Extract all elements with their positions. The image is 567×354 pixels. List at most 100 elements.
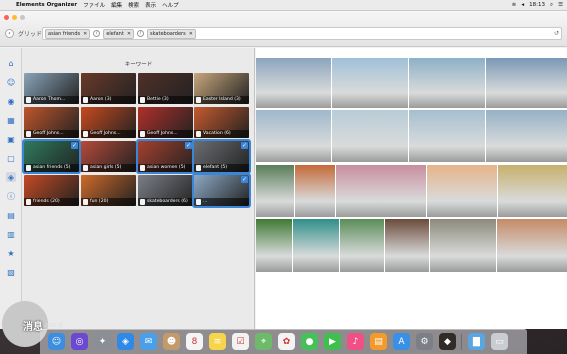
finder-icon[interactable]: ☺ <box>48 333 65 350</box>
remove-filter-icon[interactable]: ✕ <box>189 31 193 37</box>
keyword-tile[interactable]: asian girls (5) <box>81 141 136 172</box>
photo-thumbnail[interactable] <box>295 165 335 217</box>
reset-filter-icon[interactable]: ↺ <box>554 30 559 37</box>
keyword-tile[interactable]: Aaron (3) <box>81 73 136 104</box>
elements-icon[interactable]: ◆ <box>439 333 456 350</box>
photo-thumbnail[interactable] <box>332 58 408 108</box>
info-icon[interactable]: ⓘ <box>6 191 16 201</box>
keyword-tile[interactable]: Geoff Johns... <box>138 107 193 138</box>
menu-help[interactable]: ヘルプ <box>162 1 179 9</box>
photo-thumbnail[interactable] <box>486 58 567 108</box>
image-icon[interactable]: ▧ <box>6 267 16 277</box>
calendar-icon[interactable]: 8 <box>186 333 203 350</box>
home-icon[interactable]: ⌂ <box>6 58 16 68</box>
photo-thumbnail[interactable] <box>336 165 426 217</box>
keyword-tile[interactable]: Geoff Johns... <box>24 107 79 138</box>
people-icon[interactable]: ☺ <box>6 77 16 87</box>
albums-icon[interactable]: ▣ <box>6 134 16 144</box>
keyword-tile[interactable]: skateboarders (6) <box>138 175 193 206</box>
close-window-button[interactable] <box>4 15 9 20</box>
tags-icon[interactable]: ▥ <box>6 229 16 239</box>
maps-icon[interactable]: ⌖ <box>255 333 272 350</box>
launchpad-icon[interactable]: ✦ <box>94 333 111 350</box>
facetime-icon[interactable]: ▶ <box>324 333 341 350</box>
menu-view[interactable]: 表示 <box>145 1 156 9</box>
keyword-tile[interactable]: Bettie (3) <box>138 73 193 104</box>
keyword-tile[interactable]: Vacation (6) <box>194 107 249 138</box>
photo-thumbnail[interactable] <box>486 110 567 162</box>
keyword-tile[interactable]: asian friends (5) ✓ <box>22 139 81 174</box>
menu-app-name[interactable]: Elements Organizer <box>16 2 77 8</box>
notification-center-icon[interactable]: ☰ <box>558 2 563 8</box>
contacts-icon[interactable]: ☻ <box>163 333 180 350</box>
photo-thumbnail[interactable] <box>409 58 485 108</box>
star-icon[interactable]: ★ <box>6 248 16 258</box>
wifi-icon[interactable]: ≋ <box>512 2 517 8</box>
keyword-tile[interactable]: fun (20) <box>81 175 136 206</box>
keyword-checkbox[interactable]: ✓ <box>241 142 248 149</box>
keyword-tile[interactable]: friends (20) <box>24 175 79 206</box>
filter-chip-asian-friends[interactable]: asian friends ✕ <box>45 28 91 39</box>
itunes-icon[interactable]: ♪ <box>347 333 364 350</box>
keyword-tile[interactable]: elefant (5) ✓ <box>192 139 251 174</box>
places-icon[interactable]: ◉ <box>6 96 16 106</box>
remove-filter-icon[interactable]: ✕ <box>127 31 131 37</box>
filter-chip-label: elefant <box>106 30 124 37</box>
zoom-window-button[interactable] <box>20 15 25 20</box>
trash-icon[interactable]: ▭ <box>491 333 508 350</box>
photo-thumbnail[interactable] <box>409 110 485 162</box>
keyword-checkbox[interactable]: ✓ <box>71 142 78 149</box>
keyword-tile[interactable]: Easter Island (3) <box>194 73 249 104</box>
safari-icon[interactable]: ◈ <box>117 333 134 350</box>
photo-thumbnail[interactable] <box>430 219 496 272</box>
spotlight-icon[interactable]: ⌕ <box>550 2 553 9</box>
mail-icon[interactable]: ✉ <box>140 333 157 350</box>
downloads-folder-icon[interactable]: ▇ <box>468 333 485 350</box>
siri-icon[interactable]: ◎ <box>71 333 88 350</box>
system-preferences-icon[interactable]: ⚙ <box>416 333 433 350</box>
photo-thumbnail[interactable] <box>256 165 294 217</box>
keyword-tile[interactable]: ... ✓ <box>192 173 251 208</box>
keyword-checkbox[interactable]: ✓ <box>241 176 248 183</box>
keyword-filter-bar[interactable]: asian friends ✕ / elefant ✕ / skateboard… <box>42 27 562 40</box>
filter-operator-button[interactable]: / <box>137 30 145 37</box>
photo-thumbnail[interactable] <box>497 219 567 272</box>
ibooks-icon[interactable]: ▤ <box>370 333 387 350</box>
menu-edit[interactable]: 編集 <box>111 1 122 9</box>
events-icon[interactable]: ▦ <box>6 115 16 125</box>
photo-thumbnail[interactable] <box>498 165 567 217</box>
folders-icon[interactable]: ▢ <box>6 153 16 163</box>
photo-thumbnail[interactable] <box>256 219 292 272</box>
grid-label: グリッド <box>18 31 43 38</box>
keywords-icon[interactable]: ◈ <box>6 172 16 182</box>
photo-thumbnail[interactable] <box>332 110 408 162</box>
notes-icon[interactable]: ≡ <box>209 333 226 350</box>
menu-file[interactable]: ファイル <box>83 1 105 9</box>
reminders-icon[interactable]: ☑ <box>232 333 249 350</box>
keyword-tile[interactable]: Geoff Johns... <box>81 107 136 138</box>
filter-chip-elefant[interactable]: elefant ✕ <box>103 28 135 39</box>
messages-icon[interactable]: ● <box>301 333 318 350</box>
keyword-tile-label: Easter Island (3) <box>194 96 249 104</box>
photo-thumbnail[interactable] <box>256 58 331 108</box>
keyword-tile-label: Geoff Johns... <box>138 130 193 138</box>
volume-icon[interactable]: ◂ <box>521 2 524 8</box>
app-store-icon[interactable]: A <box>393 333 410 350</box>
calendar-icon[interactable]: ▤ <box>6 210 16 220</box>
photo-thumbnail[interactable] <box>256 110 331 162</box>
filter-operator-button[interactable]: / <box>93 30 101 37</box>
minimize-window-button[interactable] <box>12 15 17 20</box>
photo-thumbnail[interactable] <box>385 219 429 272</box>
back-button[interactable]: ‹ <box>5 29 14 38</box>
menu-find[interactable]: 検索 <box>128 1 139 9</box>
filter-chip-skateboarders[interactable]: skateboarders ✕ <box>147 28 196 39</box>
keyword-tile[interactable]: Aaron Thom... <box>24 73 79 104</box>
photo-thumbnail[interactable] <box>340 219 384 272</box>
photo-thumbnail[interactable] <box>293 219 339 272</box>
photos-icon[interactable]: ✿ <box>278 333 295 350</box>
photo-thumbnail[interactable] <box>427 165 497 217</box>
remove-filter-icon[interactable]: ✕ <box>83 31 87 37</box>
menubar-clock[interactable]: 18:13 <box>529 2 545 8</box>
keyword-checkbox[interactable]: ✓ <box>185 142 192 149</box>
keyword-tile[interactable]: asian women (5) ✓ <box>136 139 195 174</box>
